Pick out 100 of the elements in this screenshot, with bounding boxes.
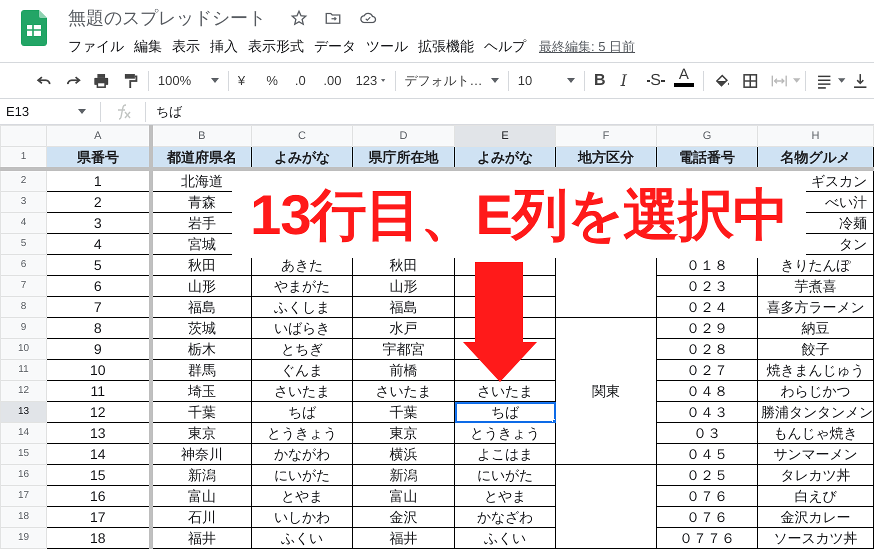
table-cell: 焼きまんじゅう	[758, 360, 874, 380]
menu-item[interactable]: ヘルプ	[479, 36, 531, 57]
table-cell: ０４５	[656, 444, 758, 464]
row-header[interactable]: 3	[0, 192, 46, 212]
font-size-dropdown[interactable]: 10	[512, 66, 580, 94]
number-format-dropdown[interactable]: 123	[350, 66, 391, 94]
table-cell: サンマーメン	[758, 444, 874, 464]
column-header[interactable]: C	[252, 126, 352, 146]
menu-item[interactable]: データ	[309, 36, 361, 57]
caret-icon[interactable]	[838, 78, 846, 83]
table-cell: ０７６	[656, 486, 758, 506]
decrease-decimal-button[interactable]: .0	[290, 66, 318, 94]
down-arrow-icon	[463, 262, 537, 382]
star-icon[interactable]	[290, 9, 308, 27]
cell-reference-field[interactable]: E13	[0, 102, 78, 122]
table-cell: さいたま	[252, 380, 352, 402]
font-dropdown[interactable]: デフォルト…	[399, 66, 504, 94]
table-cell: ちば	[252, 402, 352, 422]
currency-button[interactable]: ¥	[232, 66, 262, 94]
table-cell: ０３	[656, 422, 758, 444]
column-header[interactable]: E	[454, 126, 556, 146]
menu-item[interactable]: ファイル	[63, 36, 129, 57]
percent-button[interactable]: %	[261, 66, 290, 94]
table-cell: 山形	[150, 276, 252, 296]
table-cell: かなざわ	[454, 506, 556, 528]
table-cell: よこはま	[454, 444, 556, 464]
table-cell: 群馬	[150, 360, 252, 380]
table-cell: ぐんま	[252, 360, 352, 380]
row-header[interactable]: 6	[0, 254, 46, 276]
table-cell: にいがた	[252, 464, 352, 486]
caret-icon[interactable]	[490, 78, 499, 83]
sheets-logo-icon[interactable]	[21, 10, 47, 46]
table-cell: 千葉	[352, 402, 454, 422]
table-cell: ０２４	[656, 296, 758, 318]
menu-item[interactable]: ツール	[361, 36, 413, 57]
table-cell: 金沢	[352, 506, 454, 528]
caret-icon[interactable]	[78, 109, 86, 114]
row-header[interactable]: 18	[0, 506, 46, 528]
table-cell: ０２５	[656, 464, 758, 486]
table-cell: ふくい	[252, 528, 352, 548]
table-cell: ソースカツ丼	[758, 528, 874, 548]
menu-item[interactable]: 編集	[129, 36, 167, 57]
table-cell: 山形	[352, 276, 454, 296]
formula-input[interactable]: ちば	[150, 102, 182, 122]
menu-item[interactable]: 表示	[167, 36, 205, 57]
column-header[interactable]: H	[758, 126, 874, 146]
row-header[interactable]: 9	[0, 318, 46, 338]
table-cell: 水戸	[352, 318, 454, 338]
table-cell: とやま	[252, 486, 352, 506]
row-header[interactable]: 13	[0, 402, 46, 422]
row-header[interactable]: 10	[0, 338, 46, 360]
caret-icon[interactable]	[567, 78, 576, 83]
menu-item[interactable]: 表示形式	[243, 36, 309, 57]
table-cell: ふくい	[454, 528, 556, 548]
table-cell: とやま	[454, 486, 556, 506]
row-header[interactable]: 19	[0, 528, 46, 548]
column-header[interactable]: B	[150, 126, 252, 146]
row-header[interactable]: 14	[0, 422, 46, 444]
column-header[interactable]: G	[656, 126, 758, 146]
text-color-button[interactable]: A	[668, 66, 699, 94]
increase-decimal-button[interactable]: .00	[318, 66, 351, 94]
row-header[interactable]: 16	[0, 464, 46, 486]
table-cell: 東京	[150, 422, 252, 444]
table-cell: 白えび	[758, 486, 874, 506]
row-header[interactable]: 12	[0, 380, 46, 402]
row-header[interactable]: 11	[0, 360, 46, 380]
table-cell: 関東	[556, 380, 656, 402]
document-title[interactable]: 無題のスプレッドシート	[68, 4, 266, 32]
bold-button[interactable]: B	[588, 66, 616, 94]
italic-button[interactable]: I	[616, 66, 642, 94]
table-cell: にいがた	[454, 464, 556, 486]
table-cell[interactable]: ちば	[454, 402, 556, 422]
menu-item[interactable]: 拡張機能	[413, 36, 479, 57]
column-header[interactable]: F	[556, 126, 656, 146]
column-header[interactable]: D	[352, 126, 454, 146]
table-cell: ふくしま	[252, 296, 352, 318]
table-cell: 福島	[352, 296, 454, 318]
caret-icon[interactable]	[381, 78, 386, 83]
menu-item[interactable]: 挿入	[205, 36, 243, 57]
zoom-dropdown[interactable]: 100%	[152, 66, 224, 94]
caret-icon[interactable]	[210, 78, 219, 83]
row-header[interactable]: 5	[0, 234, 46, 254]
table-cell: ０２９	[656, 318, 758, 338]
column-header[interactable]: A	[46, 126, 150, 146]
table-cell: ０２３	[656, 276, 758, 296]
table-cell: とちぎ	[252, 338, 352, 360]
table-cell: やまがた	[252, 276, 352, 296]
table-cell: かながわ	[252, 444, 352, 464]
row-header[interactable]: 17	[0, 486, 46, 506]
last-edit-link[interactable]: 最終編集: 5 日前	[539, 36, 636, 56]
table-cell: 金沢カレー	[758, 506, 874, 528]
row-header[interactable]: 8	[0, 296, 46, 318]
table-cell: いしかわ	[252, 506, 352, 528]
row-header[interactable]: 7	[0, 276, 46, 296]
table-cell: 福井	[150, 528, 252, 548]
row-header[interactable]: 15	[0, 444, 46, 464]
table-cell: 餃子	[758, 338, 874, 360]
table-cell: 栃木	[150, 338, 252, 360]
row-header[interactable]: 2	[0, 169, 46, 192]
row-header[interactable]: 4	[0, 212, 46, 234]
